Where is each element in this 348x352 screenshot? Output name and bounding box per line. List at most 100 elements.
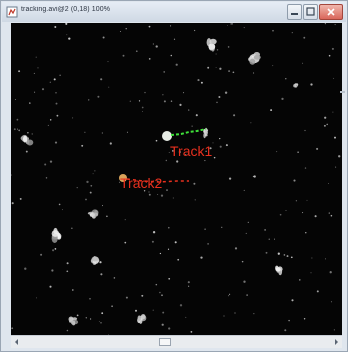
speckle (55, 102, 58, 105)
speckle (173, 38, 176, 40)
speckle (232, 71, 235, 74)
particle-blob (26, 139, 34, 146)
track1-particle (162, 131, 172, 141)
scroll-left-icon[interactable] (12, 337, 22, 347)
speckle (163, 71, 165, 73)
speckle (175, 63, 178, 66)
speckle (41, 88, 45, 91)
speckle (265, 251, 268, 254)
speckle (229, 293, 231, 295)
speckle (243, 27, 245, 29)
speckle (101, 132, 104, 134)
particle-blob (137, 315, 141, 322)
close-button[interactable] (319, 4, 343, 20)
speckle (88, 99, 90, 101)
speckle (253, 175, 256, 178)
speckle (221, 226, 223, 228)
speckle (97, 95, 100, 98)
speckle (89, 298, 91, 300)
image-canvas[interactable]: Track1 Track2 (11, 23, 342, 335)
image-window: tracking.avi@2 (0,18) 100% Track1 Track2 (0, 0, 348, 352)
speckle (101, 312, 104, 315)
speckle (13, 128, 16, 131)
particle-blob (91, 256, 99, 262)
speckle (157, 193, 159, 195)
speckle (279, 213, 282, 216)
speckle (25, 150, 28, 153)
speckle (47, 124, 49, 126)
maximize-button[interactable] (303, 4, 318, 20)
speckle (310, 272, 312, 274)
speckle (84, 131, 86, 133)
speckle (113, 277, 116, 279)
speckle (155, 139, 158, 142)
speckle (328, 183, 330, 184)
speckle (333, 329, 336, 331)
speckle (100, 78, 103, 81)
speckle (216, 49, 219, 51)
speckle (264, 229, 266, 231)
speckle (204, 228, 206, 230)
speckle (44, 163, 47, 166)
speckle (230, 23, 232, 25)
speckle (191, 125, 193, 127)
speckle (188, 285, 190, 287)
speckle (124, 241, 127, 244)
speckle (170, 100, 173, 102)
title-bar[interactable]: tracking.avi@2 (0,18) 100% (2, 2, 346, 22)
speckle (243, 189, 245, 191)
maximize-icon (306, 7, 315, 16)
speckle (31, 133, 33, 135)
speckle (306, 199, 308, 201)
speckle (325, 258, 326, 260)
speckle (219, 145, 222, 148)
speckle (247, 221, 249, 224)
speckle (152, 231, 156, 234)
speckle (94, 170, 96, 172)
horizontal-scrollbar[interactable] (11, 335, 342, 348)
speckle (165, 159, 167, 162)
speckle (124, 219, 126, 221)
particle-blob (51, 230, 60, 237)
speckle (293, 179, 296, 182)
particle-blob (90, 213, 95, 217)
scroll-thumb[interactable] (159, 338, 171, 346)
speckle (268, 238, 270, 240)
speckle (324, 23, 327, 25)
speckle (92, 173, 94, 175)
speckle (338, 155, 341, 158)
scroll-right-icon[interactable] (331, 337, 341, 347)
speckle (286, 255, 289, 258)
speckle (54, 26, 57, 28)
speckle (295, 200, 298, 202)
speckle (193, 29, 196, 32)
speckle (58, 203, 61, 206)
speckle (328, 212, 330, 214)
minimize-button[interactable] (287, 4, 302, 20)
speckle (253, 313, 255, 315)
speckle (276, 151, 278, 153)
speckle (228, 70, 231, 73)
speckle (291, 299, 294, 302)
speckle (316, 147, 319, 150)
particle-blob (140, 314, 146, 320)
speckle (53, 78, 56, 81)
speckle (270, 109, 273, 112)
speckle (167, 226, 170, 229)
speckle (323, 124, 326, 127)
close-icon (327, 8, 335, 16)
speckle (54, 141, 58, 144)
speckle (328, 54, 331, 57)
speckle (56, 114, 59, 117)
speckle (334, 136, 336, 139)
speckle (68, 37, 71, 40)
particle-field (11, 23, 341, 335)
speckle (151, 240, 154, 243)
speckle (303, 36, 306, 39)
speckle (14, 99, 16, 100)
speckle (148, 58, 151, 60)
speckle (234, 312, 236, 314)
speckle (183, 92, 185, 94)
resize-handle[interactable] (340, 91, 345, 93)
particle-blob (70, 320, 75, 325)
